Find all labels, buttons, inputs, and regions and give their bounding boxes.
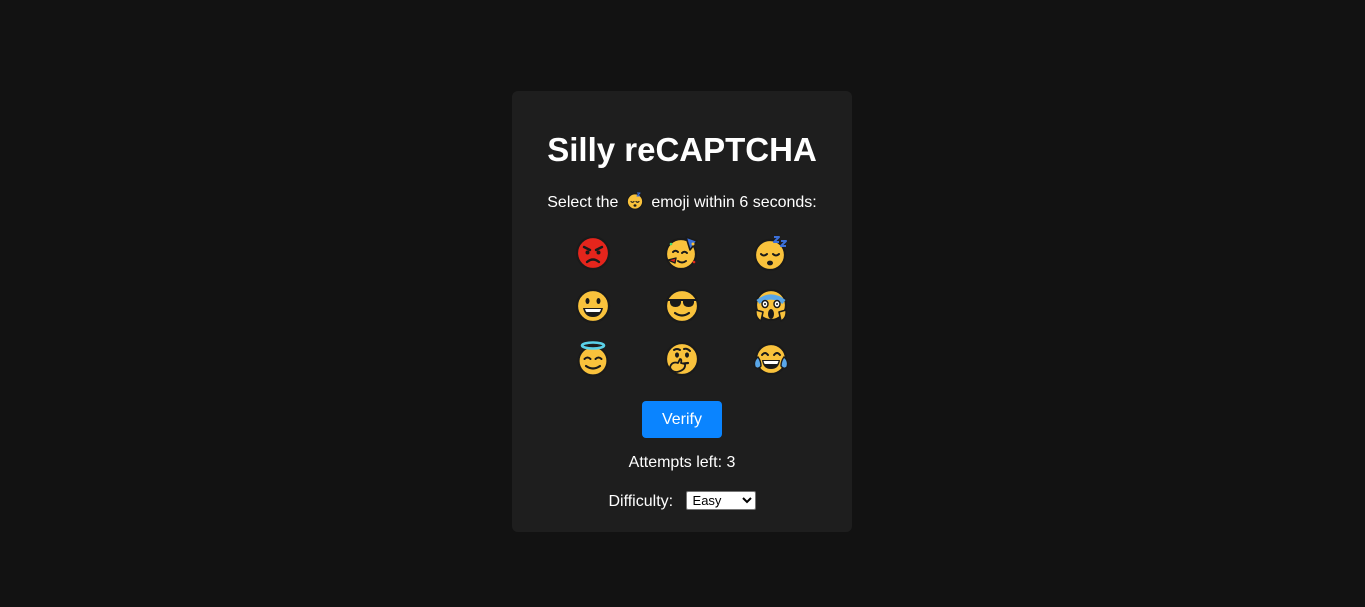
instruction-prefix: Select the [547, 194, 619, 211]
difficulty-select[interactable]: Easy [685, 491, 756, 510]
captcha-instruction: Select the emoji within 6 seconds: [512, 192, 852, 217]
screaming-face-icon [755, 288, 788, 322]
emoji-grid [548, 235, 816, 377]
emoji-option-sleeping-face[interactable] [727, 235, 816, 271]
emoji-option-smiling-face-with-halo[interactable] [548, 340, 637, 377]
sunglasses-face-icon [664, 288, 700, 323]
attempts-left: Attempts left: 3 [628, 454, 736, 471]
partying-face-icon [664, 235, 698, 270]
emoji-option-smiling-face-with-sunglasses[interactable] [637, 288, 726, 323]
difficulty-row: Difficulty: Easy [512, 491, 852, 513]
emoji-option-face-with-tears-of-joy[interactable] [727, 341, 816, 376]
verify-button[interactable]: Verify [642, 401, 722, 438]
instruction-suffix: emoji within 6 seconds: [651, 194, 817, 211]
difficulty-label: Difficulty: [608, 493, 674, 510]
emoji-option-partying-face[interactable] [637, 235, 726, 270]
captcha-card: Silly reCAPTCHA Select the emoji within … [512, 91, 852, 532]
tears-of-joy-face-icon [754, 342, 789, 375]
grinning-face-icon [575, 288, 610, 323]
captcha-title: Silly reCAPTCHA [547, 131, 817, 168]
target-sleeping-face-icon [626, 192, 644, 217]
halo-face-icon [577, 340, 609, 377]
emoji-option-pouting-face[interactable] [548, 235, 637, 270]
thinking-face-icon [664, 341, 700, 376]
emoji-option-thinking-face[interactable] [637, 341, 726, 376]
emoji-option-face-screaming-in-fear[interactable] [727, 288, 816, 323]
emoji-option-grinning-face[interactable] [548, 288, 637, 323]
pouting-face-icon [575, 235, 610, 270]
sleeping-face-icon [754, 235, 788, 271]
